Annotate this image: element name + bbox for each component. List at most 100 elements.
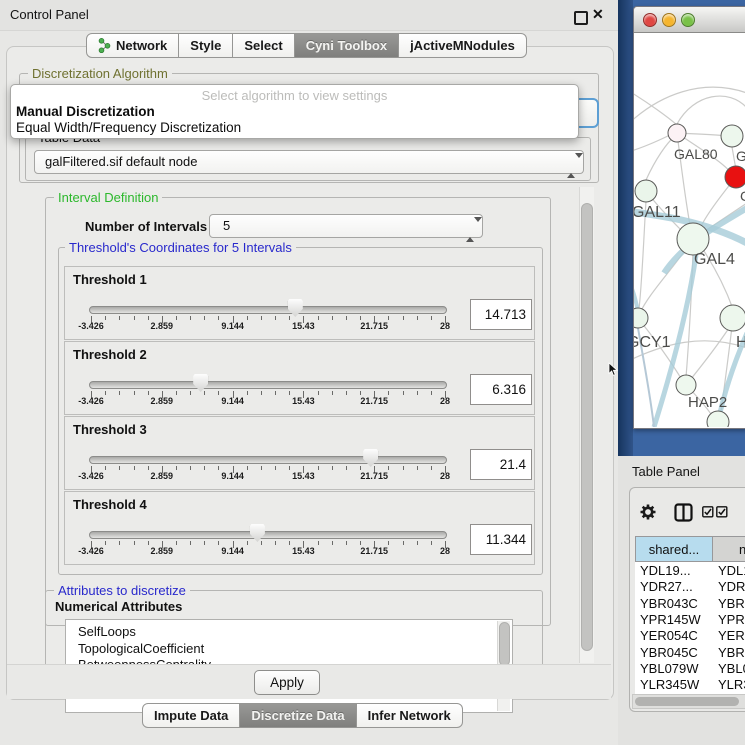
slider-thumb[interactable] (363, 449, 378, 467)
table-cell[interactable]: YPR145W (640, 612, 701, 627)
tab-cyni-toolbox[interactable]: Cyni Toolbox (295, 33, 399, 58)
dropdown-option-1[interactable]: Manual Discretization (16, 104, 155, 119)
apply-button[interactable]: Apply (254, 670, 320, 695)
slider-tick (204, 466, 205, 470)
bottom-tab-impute-data[interactable]: Impute Data (142, 703, 240, 728)
column-header-name[interactable]: n (712, 536, 745, 562)
tab-label: jActiveMNodules (410, 38, 515, 53)
network-graph: GAL80GCGAL11GAL4GCY1HHAP2 (634, 33, 745, 427)
network-node[interactable] (725, 166, 745, 188)
slider-tick (190, 541, 191, 545)
threshold-value-field[interactable]: 6.316 (470, 374, 532, 405)
table-cell[interactable]: YPR1 (718, 612, 745, 627)
bottom-tab-discretize-data[interactable]: Discretize Data (240, 703, 356, 728)
table-cell[interactable]: YDL19... (640, 563, 691, 578)
panel-scrollbar[interactable] (579, 187, 594, 663)
network-edge[interactable] (634, 88, 677, 125)
slider-track[interactable] (89, 531, 447, 539)
split-columns-icon[interactable] (674, 503, 693, 522)
network-node[interactable] (634, 308, 648, 328)
attribute-item[interactable]: TopologicalCoefficient (78, 641, 204, 656)
tab-jactivemnodules[interactable]: jActiveMNodules (399, 33, 527, 58)
threshold-value-field[interactable]: 21.4 (470, 449, 532, 480)
table-cell[interactable]: YBL079W (640, 661, 699, 676)
attribute-item[interactable]: SelfLoops (78, 624, 136, 639)
bottom-tab-infer-network[interactable]: Infer Network (357, 703, 463, 728)
slider-tick (275, 541, 276, 545)
float-window-icon[interactable] (574, 11, 588, 25)
network-node[interactable] (668, 124, 686, 142)
algorithm-dropdown-popup: Select algorithm to view settings Manual… (10, 84, 579, 139)
slider-tick (346, 316, 347, 320)
mouse-cursor (608, 362, 619, 377)
network-edge[interactable] (686, 328, 729, 385)
table-cell[interactable]: YBR045C (640, 645, 698, 660)
slider-tick-label: 28 (423, 546, 467, 556)
checkbox-icons[interactable] (702, 506, 728, 518)
tab-network[interactable]: Network (86, 33, 179, 58)
tab-label: Style (190, 38, 221, 53)
threshold-value-field[interactable]: 11.344 (470, 524, 532, 555)
network-node[interactable] (720, 305, 745, 331)
slider-tick (275, 316, 276, 320)
table-rows[interactable]: YDL19... YDL1 YDR27... YDR2 YBR043C YBR0 YPR14… (635, 562, 745, 694)
slider-thumb[interactable] (288, 299, 303, 317)
close-traffic-light[interactable] (643, 13, 657, 27)
tab-select[interactable]: Select (233, 33, 294, 58)
table-cell[interactable]: YDL1 (718, 563, 745, 578)
slider-thumb[interactable] (193, 374, 208, 392)
network-edge[interactable] (634, 273, 638, 311)
table-data-combobox[interactable]: galFiltered.sif default node (34, 150, 584, 174)
table-panel: shared... n YDL19... YDL1 YDR27... YDR2 YBR0… (629, 487, 745, 712)
slider-tick (105, 466, 106, 470)
slider-tick (204, 391, 205, 395)
slider-tick (247, 541, 248, 545)
network-node-label: HAP2 (688, 394, 727, 411)
table-cell[interactable]: YER0 (718, 628, 745, 643)
apply-strip: Apply (7, 664, 611, 699)
dropdown-prompt: Select algorithm to view settings (11, 88, 578, 103)
horizontal-scrollbar[interactable] (632, 694, 745, 709)
dropdown-option-2[interactable]: Equal Width/Frequency Discretization (16, 120, 241, 135)
table-cell[interactable]: YDR27... (640, 579, 693, 594)
threshold-2-block: Threshold 2-3.4262.8599.14415.4321.71528… (64, 341, 535, 415)
threshold-4-block: Threshold 4-3.4262.8599.14415.4321.71528… (64, 491, 535, 565)
network-edge[interactable] (677, 96, 745, 124)
network-node[interactable] (721, 125, 743, 147)
gear-icon[interactable] (639, 503, 657, 521)
table-cell[interactable]: YBR0 (718, 645, 745, 660)
table-cell[interactable]: YLR345W (640, 677, 699, 692)
network-node-label: G (736, 148, 745, 164)
number-of-intervals-combobox[interactable]: 5 (209, 214, 483, 238)
slider-tick-label: -3.426 (69, 471, 113, 481)
network-node[interactable] (676, 375, 696, 395)
table-cell[interactable]: YBR043C (640, 596, 698, 611)
threshold-label: Threshold 1 (73, 272, 147, 287)
network-node[interactable] (635, 180, 657, 202)
slider-thumb[interactable] (250, 524, 265, 542)
network-view-window[interactable]: GAL80GCGAL11GAL4GCY1HHAP2 (633, 6, 745, 429)
slider-tick (105, 391, 106, 395)
table-cell[interactable]: YBL0 (718, 661, 745, 676)
zoom-traffic-light[interactable] (681, 13, 695, 27)
minimize-traffic-light[interactable] (662, 13, 676, 27)
table-cell[interactable]: YDR2 (718, 579, 745, 594)
slider-tick-label: 15.43 (281, 471, 325, 481)
slider-tick (275, 466, 276, 470)
slider-tick (247, 316, 248, 320)
table-cell[interactable]: YBR0 (718, 596, 745, 611)
slider-track[interactable] (89, 456, 447, 464)
column-header-shared[interactable]: shared... (635, 536, 712, 562)
slider-track[interactable] (89, 381, 447, 389)
network-node-label: GCY1 (634, 334, 671, 351)
table-cell[interactable]: YER054C (640, 628, 698, 643)
close-icon[interactable]: ✕ (592, 6, 604, 23)
network-canvas[interactable]: GAL80GCGAL11GAL4GCY1HHAP2 (634, 33, 745, 427)
slider-track[interactable] (89, 306, 447, 314)
slider-tick-label: 21.715 (352, 396, 396, 406)
table-cell[interactable]: YLR3 (718, 677, 745, 692)
slider-tick-label: 28 (423, 471, 467, 481)
threshold-value-field[interactable]: 14.713 (470, 299, 532, 330)
tab-style[interactable]: Style (179, 33, 233, 58)
slider-tick (417, 316, 418, 320)
